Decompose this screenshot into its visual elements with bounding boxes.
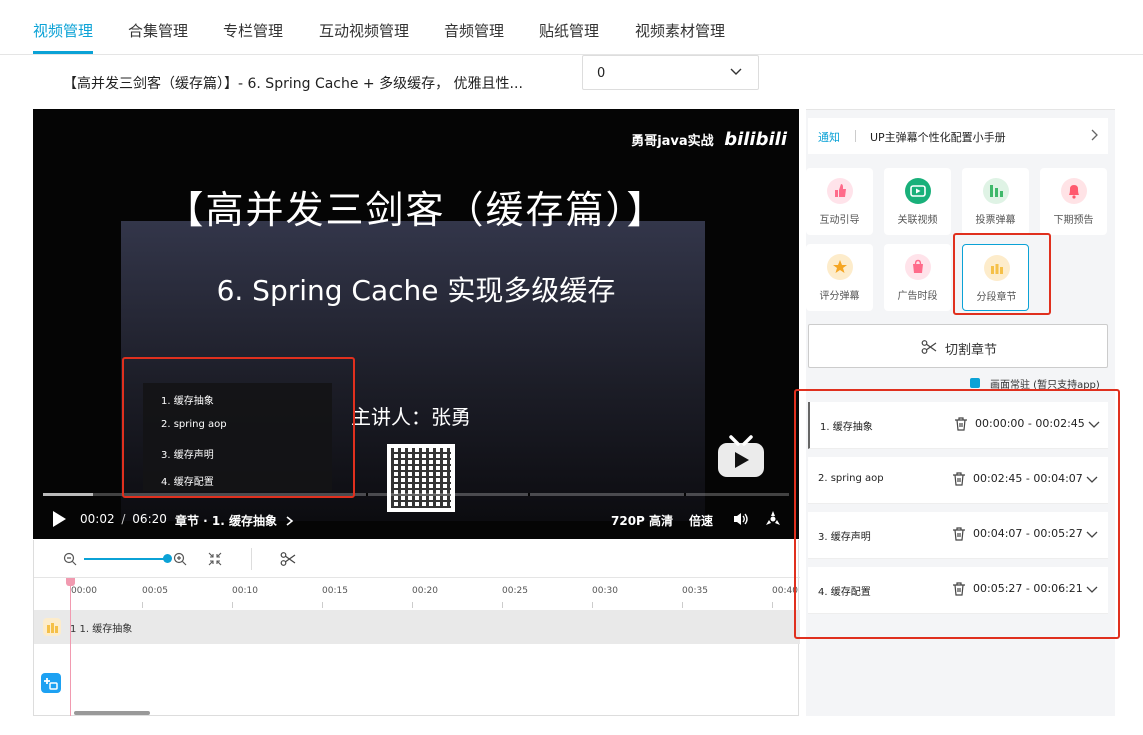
slide-subtitle: 6. Spring Cache 实现多级缓存 [216,274,616,307]
current-time: 00:02 [80,512,115,526]
tool-vote-danmaku[interactable]: 投票弹幕 [962,168,1029,235]
ruler-label: 00:05 [142,586,168,596]
cut-chapter-button[interactable]: 切割章节 [808,324,1108,368]
tab-column-management[interactable]: 专栏管理 [223,20,283,41]
video-title: 【高并发三剑客（缓存篇）】- 6. Spring Cache + 多级缓存， 优… [63,76,523,92]
time-separator: / [121,512,126,526]
zoom-slider-handle[interactable] [163,554,172,563]
speed-button[interactable]: 倍速 [689,512,713,529]
annotation-segment-list [794,389,1120,639]
video-play-icon [905,178,931,204]
ruler-tick [412,602,413,608]
tool-label: 广告时段 [897,291,938,302]
tool-label: 投票弹幕 [975,215,1016,226]
scissors-icon [921,340,937,354]
bar-chart-icon [983,178,1009,204]
chapter-track[interactable]: 1 1. 缓存抽象 [34,610,800,644]
uploader-watermark: 勇哥java实战 bilibili [631,129,787,150]
annotation-segment-tool [953,233,1051,315]
zoom-in-icon[interactable] [173,552,187,566]
add-track-icon[interactable] [41,673,61,693]
ruler-label: 00:35 [682,586,708,596]
chevron-right-icon [1091,129,1098,141]
tab-sticker-management[interactable]: 贴纸管理 [539,20,599,41]
bilibili-tv-icon [718,435,764,477]
tool-related-video[interactable]: 关联视频 [884,168,951,235]
pin-on-screen-checkbox[interactable] [970,378,980,388]
chevron-right-icon [286,516,294,526]
tool-rating-danmaku[interactable]: 评分弹幕 [806,244,873,311]
tab-collection-management[interactable]: 合集管理 [128,20,188,41]
notice-tag: 通知 [818,131,840,144]
thumbs-up-icon [827,178,853,204]
chapter-marker [366,493,368,496]
tool-label: 下期预告 [1053,215,1094,226]
top-tab-bar: 视频管理 合集管理 专栏管理 互动视频管理 音频管理 贴纸管理 视频素材管理 [0,0,1143,55]
settings-icon[interactable] [764,510,782,528]
part-select-value: 0 [597,66,606,81]
slide-title: 【高并发三剑客（缓存篇）】 [165,188,667,232]
part-select[interactable]: 0 [582,55,759,90]
ruler-tick [502,602,503,608]
ruler-tick [592,602,593,608]
chapter-marker [684,493,686,496]
play-icon[interactable] [51,510,67,528]
chapter-timeline-editor: 00:00 00:05 00:10 00:15 00:20 00:25 00:3… [33,540,800,716]
ruler-label: 00:25 [502,586,528,596]
tab-interactive-video-management[interactable]: 互动视频管理 [319,20,409,41]
chevron-down-icon [730,68,742,75]
chapter-track-icon [43,618,61,636]
tool-next-preview[interactable]: 下期预告 [1040,168,1107,235]
shopping-bag-icon [905,254,931,280]
duration: 06:20 [132,512,167,526]
ruler-tick [142,602,143,608]
uploader-name: 勇哥java实战 [631,134,714,149]
time-ruler: 00:00 00:05 00:10 00:15 00:20 00:25 00:3… [34,578,800,610]
ruler-label: 00:10 [232,586,258,596]
ruler-tick [682,602,683,608]
timeline-toolbar [34,540,800,578]
collapse-icon[interactable] [208,552,222,566]
ruler-tick [322,602,323,608]
ruler-label: 00:15 [322,586,348,596]
timeline-scrollbar[interactable] [74,711,150,715]
toolbar-divider [251,548,252,570]
track-chapter-label: 1 1. 缓存抽象 [70,624,133,635]
playhead[interactable] [70,578,71,716]
ruler-label: 00:00 [71,586,97,596]
tab-video-management[interactable]: 视频管理 [33,20,93,41]
quality-button[interactable]: 720P 高清 [611,512,673,529]
tab-audio-management[interactable]: 音频管理 [444,20,504,41]
progress-fill [43,493,93,496]
ruler-tick [232,602,233,608]
chapter-marker [528,493,530,496]
lecturer-text: 主讲人：张勇 [351,405,471,429]
time-display: 00:02 / 06:20 [80,512,167,526]
notice-divider [855,130,856,142]
bilibili-logo: bilibili [724,129,787,150]
ruler-label: 00:20 [412,586,438,596]
tool-interactive-guide[interactable]: 互动引导 [806,168,873,235]
qr-code [387,444,455,512]
ruler-label: 00:30 [592,586,618,596]
zoom-out-icon[interactable] [63,552,77,566]
notice-bar[interactable]: 通知 UP主弹幕个性化配置小手册 [808,118,1108,154]
ruler-tick [772,602,773,608]
zoom-slider[interactable] [84,558,166,560]
cut-chapter-label: 切割章节 [945,343,998,358]
bell-icon [1061,178,1087,204]
tool-label: 关联视频 [897,215,938,226]
active-tab-indicator [33,51,93,54]
chapter-button-label: 章节 · 1. 缓存抽象 [175,514,278,528]
tool-ad-period[interactable]: 广告时段 [884,244,951,311]
tool-label: 互动引导 [819,215,860,226]
tool-label: 评分弹幕 [819,291,860,302]
chapter-button[interactable]: 章节 · 1. 缓存抽象 [175,512,294,529]
tab-video-material-management[interactable]: 视频素材管理 [635,20,725,41]
notice-text: UP主弹幕个性化配置小手册 [870,131,1006,144]
scissors-icon[interactable] [280,551,296,567]
star-icon [827,254,853,280]
annotation-chapter-menu [122,357,355,498]
volume-icon[interactable] [733,511,749,527]
